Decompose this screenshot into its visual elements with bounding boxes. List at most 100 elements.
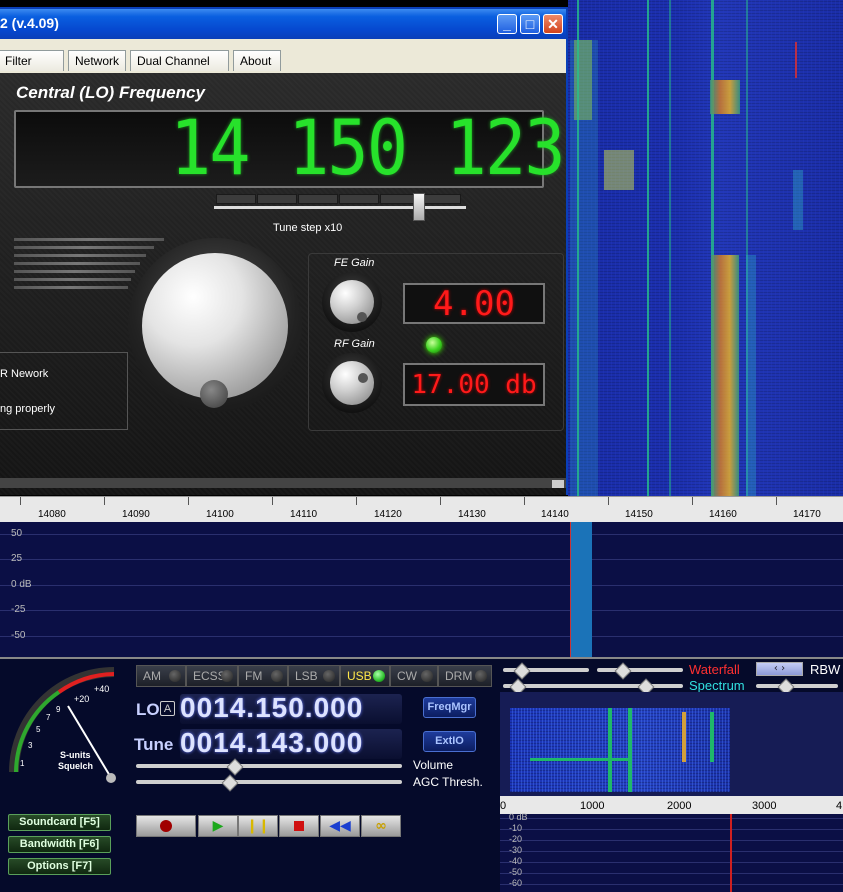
s-meter-scale: +20 bbox=[74, 694, 89, 704]
fe-gain-knob-grip bbox=[357, 312, 367, 322]
tuning-knob[interactable] bbox=[142, 253, 288, 399]
s-meter-units-label: S-units bbox=[60, 750, 91, 760]
tune-step-thumb[interactable] bbox=[413, 193, 425, 221]
axis-tick bbox=[608, 497, 609, 505]
tab-network[interactable]: Network bbox=[68, 50, 126, 71]
mode-drm-button[interactable]: DRM bbox=[438, 665, 492, 687]
axis-tick bbox=[776, 497, 777, 505]
audio-axis-label: 3000 bbox=[752, 800, 777, 812]
mode-label: CW bbox=[397, 669, 417, 683]
db-gridline bbox=[0, 534, 843, 535]
mode-led bbox=[421, 670, 433, 682]
rbw-slider[interactable] bbox=[756, 684, 838, 688]
receive-passband[interactable] bbox=[570, 522, 592, 657]
s-meter-scale: +40 bbox=[94, 684, 109, 694]
audio-waterfall-signal bbox=[628, 708, 632, 792]
rewind-button[interactable]: ◀◀ bbox=[320, 815, 360, 837]
tab-about[interactable]: About bbox=[233, 50, 281, 71]
spectrum-slider-1[interactable] bbox=[503, 684, 683, 688]
db-label: -25 bbox=[11, 604, 26, 615]
pause-button[interactable]: ❙❙ bbox=[238, 815, 278, 837]
axis-tick bbox=[692, 497, 693, 505]
mode-usb-button[interactable]: USB bbox=[340, 665, 390, 687]
close-button[interactable]: ✕ bbox=[543, 14, 563, 34]
bandwidth-button[interactable]: Bandwidth [F6] bbox=[8, 836, 111, 853]
tab-dual-channel-rx[interactable]: Dual Channel RX bbox=[130, 50, 229, 88]
s-meter-scale: 1 bbox=[20, 759, 25, 768]
scroll-button[interactable] bbox=[552, 480, 564, 488]
maximize-button[interactable]: □ bbox=[520, 14, 540, 34]
audio-db-gridline bbox=[500, 884, 843, 885]
axis-tick bbox=[188, 497, 189, 505]
audio-db-label: -20 bbox=[509, 834, 523, 844]
pause-icon: ❙❙ bbox=[246, 818, 270, 834]
waterfall-display[interactable] bbox=[568, 0, 843, 500]
rf-gain-knob[interactable] bbox=[322, 353, 382, 413]
speaker-grille bbox=[14, 262, 140, 265]
tune-step-segment bbox=[298, 194, 338, 204]
tune-step-segment bbox=[257, 194, 297, 204]
waterfall-signal bbox=[710, 80, 740, 114]
freqmgr-button[interactable]: FreqMgr bbox=[423, 697, 476, 718]
audio-waterfall-signal bbox=[710, 712, 714, 762]
minimize-button[interactable]: _ bbox=[497, 14, 517, 34]
axis-tick bbox=[356, 497, 357, 505]
loop-button[interactable]: ∞ bbox=[361, 815, 401, 837]
db-gridline bbox=[0, 610, 843, 611]
audio-waterfall-data bbox=[510, 708, 730, 792]
waterfall-signal bbox=[711, 255, 739, 500]
tune-step-segment bbox=[216, 194, 256, 204]
window-title: 2 (v.4.09) bbox=[0, 15, 59, 31]
tab-filter-tools[interactable]: Filter tools bbox=[0, 50, 64, 88]
mode-lsb-button[interactable]: LSB bbox=[288, 665, 340, 687]
stop-icon bbox=[294, 821, 304, 831]
tune-step-track[interactable] bbox=[214, 206, 466, 209]
spectrum-label: Spectrum bbox=[689, 678, 745, 693]
tune-marker[interactable] bbox=[570, 522, 571, 657]
rbw-stepper[interactable]: ‹ › bbox=[756, 662, 803, 676]
speaker-grille bbox=[14, 286, 128, 289]
play-icon: ▶ bbox=[212, 818, 224, 834]
play-button[interactable]: ▶ bbox=[198, 815, 238, 837]
audio-tune-marker[interactable] bbox=[730, 814, 732, 892]
fe-gain-knob[interactable] bbox=[322, 272, 382, 332]
soundcard-button[interactable]: Soundcard [F5] bbox=[8, 814, 111, 831]
db-gridline bbox=[0, 559, 843, 560]
audio-axis-label: 1000 bbox=[580, 800, 605, 812]
rewind-icon: ◀◀ bbox=[329, 818, 351, 834]
network-status-line: R Nework bbox=[0, 368, 49, 380]
waterfall-label: Waterfall bbox=[689, 662, 740, 677]
spectrum-display[interactable]: 50 25 0 dB -25 -50 bbox=[0, 522, 843, 657]
stop-button[interactable] bbox=[279, 815, 319, 837]
mode-label: AM bbox=[143, 669, 161, 683]
audio-waterfall-signal bbox=[682, 712, 686, 762]
mode-led bbox=[323, 670, 335, 682]
agc-threshold-label: AGC Thresh. bbox=[413, 775, 483, 789]
title-bar[interactable]: 2 (v.4.09) _ □ ✕ bbox=[0, 9, 566, 39]
waterfall-signal bbox=[746, 255, 756, 500]
status-led bbox=[426, 337, 442, 353]
s-meter-scale: 9 bbox=[56, 705, 61, 714]
speaker-grille bbox=[14, 278, 131, 281]
mode-label: USB bbox=[347, 669, 372, 683]
mode-ecss-button[interactable]: ECSS bbox=[186, 665, 238, 687]
agc-threshold-slider-track[interactable] bbox=[136, 780, 402, 784]
audio-db-label: 0 dB bbox=[509, 812, 528, 822]
axis-tick bbox=[524, 497, 525, 505]
s-meter-squelch-label: Squelch bbox=[58, 761, 93, 771]
tune-frequency-readout: 0014.143.000 bbox=[180, 727, 364, 758]
audio-spectrum[interactable] bbox=[500, 814, 843, 892]
mode-led bbox=[169, 670, 181, 682]
mode-label: DRM bbox=[445, 669, 473, 683]
mode-am-button[interactable]: AM bbox=[136, 665, 186, 687]
axis-tick bbox=[440, 497, 441, 505]
audio-db-label: -10 bbox=[509, 823, 523, 833]
lo-lock-badge[interactable]: A bbox=[160, 701, 175, 716]
record-button[interactable] bbox=[136, 815, 196, 837]
mode-cw-button[interactable]: CW bbox=[390, 665, 438, 687]
waterfall-slider-2[interactable] bbox=[597, 668, 683, 672]
mode-fm-button[interactable]: FM bbox=[238, 665, 288, 687]
options-button[interactable]: Options [F7] bbox=[8, 858, 111, 875]
extio-button[interactable]: ExtIO bbox=[423, 731, 476, 752]
volume-slider-track[interactable] bbox=[136, 764, 402, 768]
